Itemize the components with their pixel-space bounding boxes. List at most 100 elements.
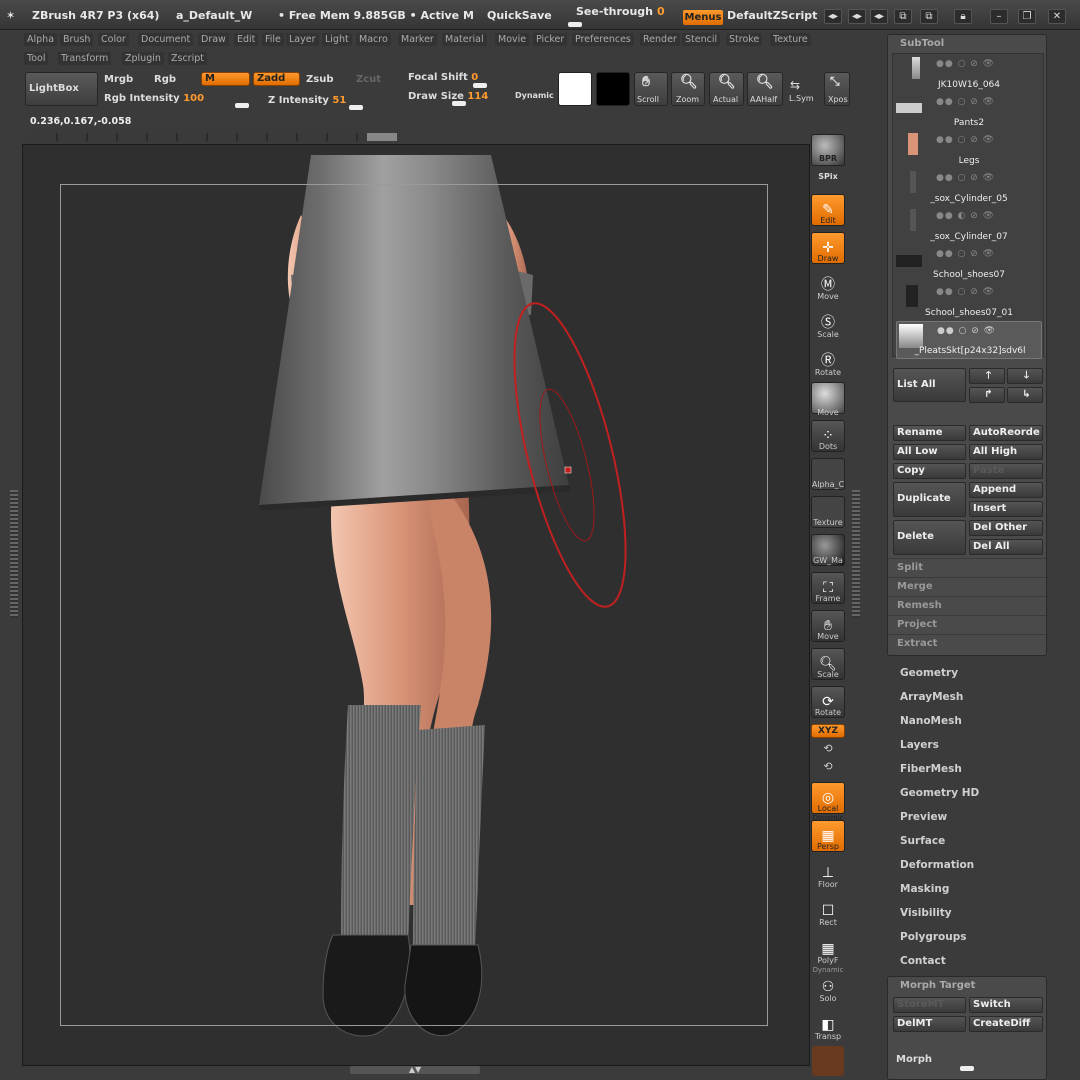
menu-texture[interactable]: Texture	[770, 33, 811, 46]
frame-button[interactable]: ⛶ Frame	[810, 572, 846, 604]
menu-picker[interactable]: Picker	[533, 33, 568, 46]
subtool-toggles[interactable]: ●● ○ ⊘ 👁︎	[936, 135, 995, 145]
mrgb-button[interactable]: Mrgb	[104, 74, 133, 85]
geometry-hd-menu[interactable]: Geometry HD	[900, 787, 979, 799]
bpr-button[interactable]: BPR	[810, 134, 846, 166]
arraymesh-menu[interactable]: ArrayMesh	[900, 691, 963, 703]
subtool-toggles[interactable]: ●● ○ ⊘ 👁︎	[937, 326, 996, 336]
lightbox-button[interactable]: LightBox	[25, 72, 98, 106]
texture-button[interactable]: Texture	[810, 496, 846, 528]
project-section[interactable]: Project	[888, 615, 1046, 633]
layers-menu[interactable]: Layers	[900, 739, 939, 751]
floor-button[interactable]: ⊥ Floor	[810, 858, 846, 889]
surface-menu[interactable]: Surface	[900, 835, 945, 847]
menu-render[interactable]: Render	[640, 33, 680, 46]
split-section[interactable]: Split	[888, 558, 1046, 576]
quicksave-button[interactable]: QuickSave	[487, 9, 552, 22]
solo-button[interactable]: ⚇ Solo	[810, 972, 846, 1003]
rotate-axis-icon[interactable]: ⟲	[810, 742, 846, 755]
preview-menu[interactable]: Preview	[900, 811, 947, 823]
m-button[interactable]: M	[201, 72, 250, 86]
geometry-menu[interactable]: Geometry	[900, 667, 958, 679]
menu-transform[interactable]: Transform	[58, 52, 112, 65]
morph-target-title[interactable]: Morph Target	[888, 977, 1046, 994]
brush-button[interactable]: Move	[810, 382, 846, 417]
remesh-section[interactable]: Remesh	[888, 596, 1046, 614]
menu-light[interactable]: Light	[322, 33, 352, 46]
left-tray-handle[interactable]	[10, 490, 18, 618]
merge-section[interactable]: Merge	[888, 577, 1046, 595]
copy-button[interactable]: Copy	[893, 463, 966, 479]
seethrough-knob[interactable]	[568, 22, 582, 27]
transp-button[interactable]: ◧ Transp	[810, 1010, 846, 1041]
z-intensity-knob[interactable]	[349, 105, 363, 110]
all-low-button[interactable]: All Low	[893, 444, 966, 460]
move-bottom-icon[interactable]: ↳	[1007, 387, 1043, 403]
rgb-intensity-knob[interactable]	[235, 103, 249, 108]
focal-shift-knob[interactable]	[473, 83, 487, 88]
polyf-button[interactable]: ▦ PolyF	[810, 934, 846, 965]
deformation-menu[interactable]: Deformation	[900, 859, 974, 871]
menu-movie[interactable]: Movie	[495, 33, 530, 46]
morph-slider-label[interactable]: Morph	[896, 1054, 932, 1065]
menu-file[interactable]: File	[262, 33, 284, 46]
rotate-mode-button[interactable]: Ⓡ︎ Rotate	[810, 346, 846, 377]
zoom-button[interactable]: 🔍︎ Zoom	[671, 72, 705, 106]
subtool-item[interactable]: ●● ○ ⊘ 👁︎ School_shoes07	[896, 245, 1042, 283]
minimize-icon[interactable]: –	[990, 9, 1008, 24]
zcut-button[interactable]: Zcut	[356, 74, 381, 85]
subtool-toggles[interactable]: ●● ○ ⊘ 👁︎	[936, 59, 995, 69]
insert-button[interactable]: Insert	[969, 501, 1043, 517]
autoreorder-button[interactable]: AutoReorde	[969, 425, 1043, 441]
subtool-item[interactable]: ●● ○ ⊘ 👁︎ Pants2	[896, 93, 1042, 131]
extract-section[interactable]: Extract	[888, 634, 1046, 652]
subtool-item[interactable]: ●● ○ ⊘ 👁︎ Legs	[896, 131, 1042, 169]
actual-button[interactable]: 🔍︎ Actual	[709, 72, 744, 106]
menu-macro[interactable]: Macro	[356, 33, 391, 46]
move-down-icon[interactable]: 🡓	[1007, 368, 1043, 384]
menus-button[interactable]: Menus	[683, 10, 723, 25]
move-top-icon[interactable]: ↱	[969, 387, 1005, 403]
subtool-item[interactable]: ●● ○ ⊘ 👁︎ _sox_Cylinder_05	[896, 169, 1042, 207]
zsub-button[interactable]: Zsub	[306, 74, 333, 85]
seethrough-slider-label[interactable]: See-through	[576, 5, 653, 18]
z-intensity-slider[interactable]: Z Intensity 51	[268, 95, 346, 106]
menu-tool[interactable]: Tool	[24, 52, 49, 65]
list-all-button[interactable]: List All	[893, 368, 966, 402]
subtool-title[interactable]: SubTool	[888, 35, 1046, 52]
arrows-icon[interactable]: ◂▸	[824, 9, 842, 24]
menu-zscript[interactable]: Zscript	[168, 52, 207, 65]
menu-layer[interactable]: Layer	[286, 33, 319, 46]
aahalf-button[interactable]: 🔍︎ AAHalf	[747, 72, 783, 106]
append-button[interactable]: Append	[969, 482, 1043, 498]
subtool-item[interactable]: ●● ○ ⊘ 👁︎ School_shoes07_01	[896, 283, 1042, 321]
move-view-button[interactable]: ✋︎ Move	[810, 610, 846, 642]
edit-button[interactable]: ✎ Edit	[810, 194, 846, 226]
draw-size-slider[interactable]: Draw Size 114	[408, 91, 488, 102]
subtool-toggles[interactable]: ●● ○ ⊘ 👁︎	[936, 249, 995, 259]
restore-icon[interactable]: ❐	[1018, 9, 1036, 24]
paste-button[interactable]: Paste	[969, 463, 1043, 479]
alpha-button[interactable]: Alpha_C	[810, 458, 846, 490]
local-button[interactable]: ◎ Local	[810, 782, 846, 814]
visibility-menu[interactable]: Visibility	[900, 907, 952, 919]
menu-document[interactable]: Document	[138, 33, 194, 46]
masking-menu[interactable]: Masking	[900, 883, 949, 895]
subtool-item[interactable]: ●● ◐ ⊘ 👁︎ _sox_Cylinder_07	[896, 207, 1042, 245]
rotate-view-button[interactable]: ⟳ Rotate	[810, 686, 846, 718]
subtool-toggles[interactable]: ●● ○ ⊘ 👁︎	[936, 173, 995, 183]
xyz-button[interactable]: XYZ	[810, 724, 846, 738]
menu-draw[interactable]: Draw	[198, 33, 229, 46]
subtool-item[interactable]: ●● ○ ⊘ 👁︎ JK10W16_064	[896, 55, 1042, 93]
spix-slider[interactable]: SPix	[810, 172, 846, 181]
layout-icon[interactable]: ⧉	[920, 9, 938, 24]
arrows-icon[interactable]: ◂▸	[848, 9, 866, 24]
scale-mode-button[interactable]: Ⓢ︎ Scale	[810, 308, 846, 339]
move-up-icon[interactable]: 🡑	[969, 368, 1005, 384]
rgb-button[interactable]: Rgb	[154, 74, 176, 85]
delmt-button[interactable]: DelMT	[893, 1016, 966, 1032]
main-color-swatch[interactable]	[558, 72, 592, 106]
subtool-toggles[interactable]: ●● ○ ⊘ 👁︎	[936, 97, 995, 107]
menu-alpha[interactable]: Alpha	[24, 33, 58, 46]
scroll-button[interactable]: ✋︎ Scroll	[634, 72, 668, 106]
